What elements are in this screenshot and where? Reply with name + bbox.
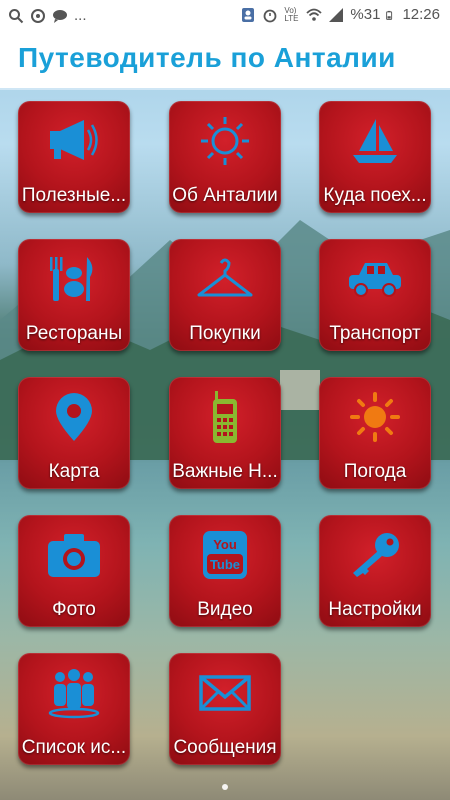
tile-label: Список ис... <box>21 737 127 758</box>
tile-video[interactable]: You Tube Видео <box>169 515 281 627</box>
tile-label: Об Анталии <box>172 185 278 206</box>
signal-icon <box>329 7 344 22</box>
tile-label: Покупки <box>189 323 261 344</box>
clock: 12:26 <box>402 6 440 23</box>
tile-shopping[interactable]: Покупки <box>169 239 281 351</box>
people-icon <box>48 669 100 719</box>
tile-label: Транспорт <box>329 323 421 344</box>
tile-map[interactable]: Карта <box>18 377 130 489</box>
tile-settings[interactable]: Настройки <box>319 515 431 627</box>
tile-weather[interactable]: Погода <box>319 377 431 489</box>
sun-icon <box>350 392 400 442</box>
page-title: Путеводитель по Анталии <box>18 42 396 73</box>
page-dot <box>222 784 228 790</box>
tile-label: Видео <box>197 599 253 620</box>
search-icon <box>9 8 24 23</box>
youtube-icon: You Tube <box>203 531 247 579</box>
svg-text:You: You <box>213 537 237 552</box>
battery-icon <box>386 10 393 20</box>
tile-source-list[interactable]: Список ис... <box>18 653 130 765</box>
hanger-icon <box>197 258 253 297</box>
tile-useful-info[interactable]: Полезные... <box>18 101 130 213</box>
tile-where-to-go[interactable]: Куда поех... <box>319 101 431 213</box>
alarm-icon <box>264 9 277 22</box>
tile-about-antalya[interactable]: Об Анталии <box>169 101 281 213</box>
page-indicator <box>0 784 450 790</box>
status-bar: ... Vo) LTE %31 12:26 <box>0 0 450 32</box>
network-label: Vo) LTE <box>284 5 299 23</box>
tile-important-numbers[interactable]: Важные Н... <box>169 377 281 489</box>
tile-label: Куда поех... <box>323 185 427 206</box>
tile-label: Погода <box>343 461 407 482</box>
tile-photo[interactable]: Фото <box>18 515 130 627</box>
megaphone-icon <box>50 120 98 160</box>
tile-transport[interactable]: Транспорт <box>319 239 431 351</box>
phone-icon <box>213 391 237 443</box>
tile-label: Карта <box>48 461 100 482</box>
wifi-icon <box>306 8 323 21</box>
tile-label: Фото <box>52 599 96 620</box>
tile-label: Важные Н... <box>172 461 278 482</box>
sync-icon <box>31 8 45 23</box>
status-overflow: ... <box>74 7 87 24</box>
battery-percent: %31 <box>350 6 381 23</box>
camera-icon <box>48 534 100 577</box>
tile-messages[interactable]: Сообщения <box>169 653 281 765</box>
tile-label: Сообщения <box>173 737 277 758</box>
svg-text:Tube: Tube <box>210 557 240 572</box>
tile-label: Рестораны <box>25 323 123 344</box>
tile-label: Настройки <box>328 599 422 620</box>
chat-icon <box>53 9 67 23</box>
car-icon <box>349 263 401 297</box>
app-header: Путеводитель по Анталии <box>0 32 450 90</box>
tile-restaurants[interactable]: Рестораны <box>18 239 130 351</box>
key-icon <box>353 533 399 577</box>
sun-outline-icon <box>201 117 249 165</box>
contact-icon <box>242 7 255 22</box>
sailboat-icon <box>353 119 397 163</box>
map-pin-icon <box>56 393 92 441</box>
restaurant-icon <box>50 257 93 301</box>
envelope-icon <box>199 675 251 711</box>
tile-label: Полезные... <box>21 185 127 206</box>
